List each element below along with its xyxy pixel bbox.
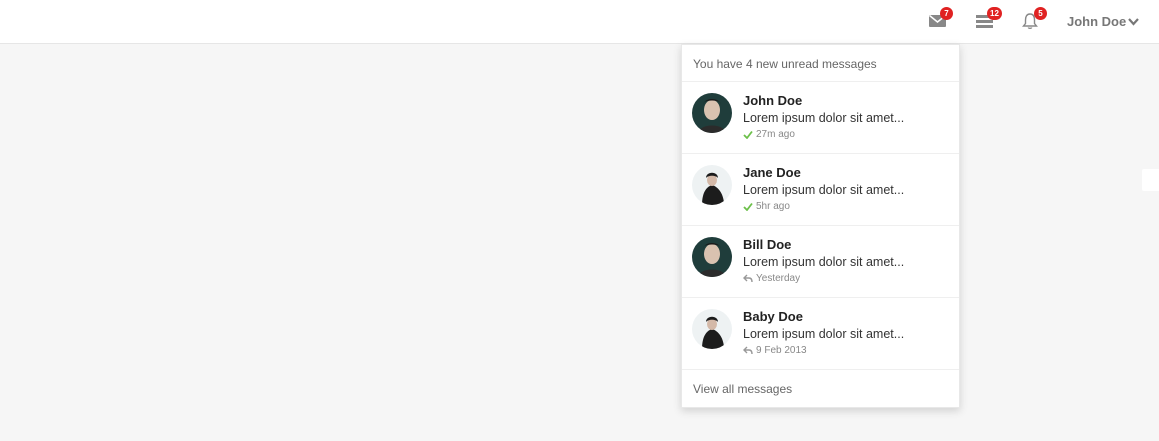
tasks-count-badge: 12 (987, 7, 1002, 20)
check-icon (743, 130, 753, 139)
message-time: 27m ago (756, 129, 795, 140)
check-icon (743, 202, 753, 211)
message-meta: Yesterday (743, 273, 800, 284)
message-time: Yesterday (756, 273, 801, 284)
message-time: 5hr ago (756, 201, 790, 212)
message-meta: 27m ago (743, 129, 795, 140)
messages-dropdown: You have 4 new unread messages John Doe L… (681, 44, 960, 408)
message-item[interactable]: Bill Doe Lorem ipsum dolor sit amet... Yes… (682, 226, 959, 298)
tasks-toggle[interactable]: 12 (976, 7, 1002, 32)
chevron-down-icon (1128, 18, 1140, 26)
notifications-count-badge: 5 (1034, 7, 1047, 20)
avatar (692, 93, 732, 133)
message-preview: Lorem ipsum dolor sit amet... (743, 111, 905, 125)
dropdown-header: You have 4 new unread messages (682, 45, 959, 82)
avatar (692, 165, 732, 205)
message-item[interactable]: Jane Doe Lorem ipsum dolor sit amet... 5hr… (682, 154, 959, 226)
messages-toggle[interactable]: 7 (929, 7, 953, 32)
reply-icon (743, 346, 753, 355)
reply-icon (743, 274, 753, 283)
message-preview: Lorem ipsum dolor sit amet... (743, 327, 905, 341)
sender-name: Baby Doe (743, 309, 803, 324)
message-meta: 9 Feb 2013 (743, 345, 807, 356)
side-panel-tab[interactable] (1142, 169, 1159, 191)
user-name: John Doe (1067, 14, 1127, 29)
message-preview: Lorem ipsum dolor sit amet... (743, 255, 905, 269)
message-time: 9 Feb 2013 (756, 345, 807, 356)
sender-name: Jane Doe (743, 165, 801, 180)
message-list: John Doe Lorem ipsum dolor sit amet... 27m… (682, 82, 959, 370)
message-item[interactable]: John Doe Lorem ipsum dolor sit amet... 27m… (682, 82, 959, 154)
user-menu[interactable]: John Doe (1067, 14, 1140, 29)
sender-name: Bill Doe (743, 237, 792, 252)
sender-name: John Doe (743, 93, 803, 108)
messages-count-badge: 7 (940, 7, 953, 20)
message-preview: Lorem ipsum dolor sit amet... (743, 183, 905, 197)
avatar (692, 237, 732, 277)
view-all-messages-link[interactable]: View all messages (682, 370, 959, 408)
top-navbar: 7 12 5 John Doe (0, 0, 1159, 44)
avatar (692, 309, 732, 349)
notifications-toggle[interactable]: 5 (1021, 7, 1047, 32)
message-item[interactable]: Baby Doe Lorem ipsum dolor sit amet... 9 F… (682, 298, 959, 370)
message-meta: 5hr ago (743, 201, 790, 212)
